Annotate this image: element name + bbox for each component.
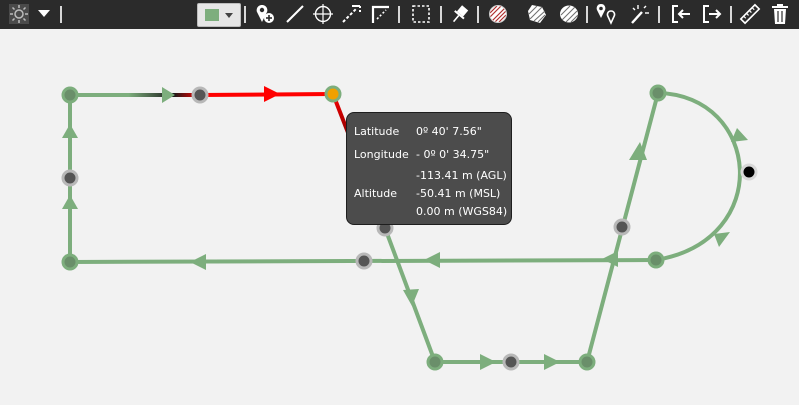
- altitude-msl-value: -50.41 m (MSL): [416, 187, 501, 200]
- waypoint[interactable]: [61, 86, 79, 104]
- longitude-label: Longitude: [354, 148, 409, 161]
- hatched-oval-icon[interactable]: [556, 3, 582, 25]
- toolbar-separator: [658, 6, 660, 23]
- toolbar-separator: [60, 6, 62, 23]
- hatched-polygon-icon[interactable]: [524, 3, 550, 25]
- toolbar-separator: [440, 6, 442, 23]
- toolbar-separator: [398, 6, 400, 23]
- toolbar-separator: [244, 6, 246, 23]
- pin-icon[interactable]: [448, 3, 472, 25]
- waypoint[interactable]: [647, 251, 665, 269]
- altitude-agl-value: -113.41 m (AGL): [416, 169, 507, 182]
- coordinate-tooltip: Latitude 0º 40' 7.56" Longitude - 0º 0' …: [346, 112, 512, 225]
- export-icon[interactable]: [699, 3, 725, 25]
- color-swatch-dropdown[interactable]: [197, 3, 241, 27]
- edge-select-icon[interactable]: [339, 3, 363, 25]
- draw-line-icon[interactable]: [283, 3, 307, 25]
- toolbar-separator: [477, 6, 479, 23]
- multi-location-icon[interactable]: [592, 3, 620, 25]
- corner-select-icon[interactable]: [368, 3, 392, 25]
- altitude-wgs84-value: 0.00 m (WGS84): [416, 205, 508, 218]
- toolbar-separator: [730, 6, 732, 23]
- altitude-label: Altitude: [354, 187, 397, 200]
- latitude-label: Latitude: [354, 125, 400, 138]
- selected-waypoint[interactable]: [324, 85, 342, 103]
- longitude-value: - 0º 0' 34.75": [416, 148, 490, 161]
- orbit-center-point[interactable]: [740, 163, 758, 181]
- midpoint-handle[interactable]: [502, 353, 520, 371]
- ruler-icon[interactable]: [738, 3, 762, 25]
- hatched-circle-icon[interactable]: [485, 3, 511, 25]
- toolbar: [0, 0, 799, 29]
- toolbar-separator: [586, 6, 588, 23]
- midpoint-handle[interactable]: [191, 86, 209, 104]
- midpoint-handle[interactable]: [613, 218, 631, 236]
- trash-icon[interactable]: [768, 3, 792, 25]
- brightness-icon[interactable]: [6, 3, 32, 25]
- waypoint[interactable]: [61, 253, 79, 271]
- dropdown-arrow-icon[interactable]: [36, 3, 52, 25]
- magic-wand-icon[interactable]: [627, 3, 651, 25]
- latitude-value: 0º 40' 7.56": [416, 125, 482, 138]
- box-select-icon[interactable]: [408, 3, 434, 25]
- add-waypoint-icon[interactable]: [252, 3, 276, 25]
- midpoint-handle[interactable]: [61, 169, 79, 187]
- midpoint-handle[interactable]: [355, 252, 373, 270]
- target-icon[interactable]: [311, 3, 335, 25]
- waypoint[interactable]: [426, 353, 444, 371]
- waypoint[interactable]: [649, 84, 667, 102]
- import-icon[interactable]: [668, 3, 694, 25]
- waypoint[interactable]: [578, 353, 596, 371]
